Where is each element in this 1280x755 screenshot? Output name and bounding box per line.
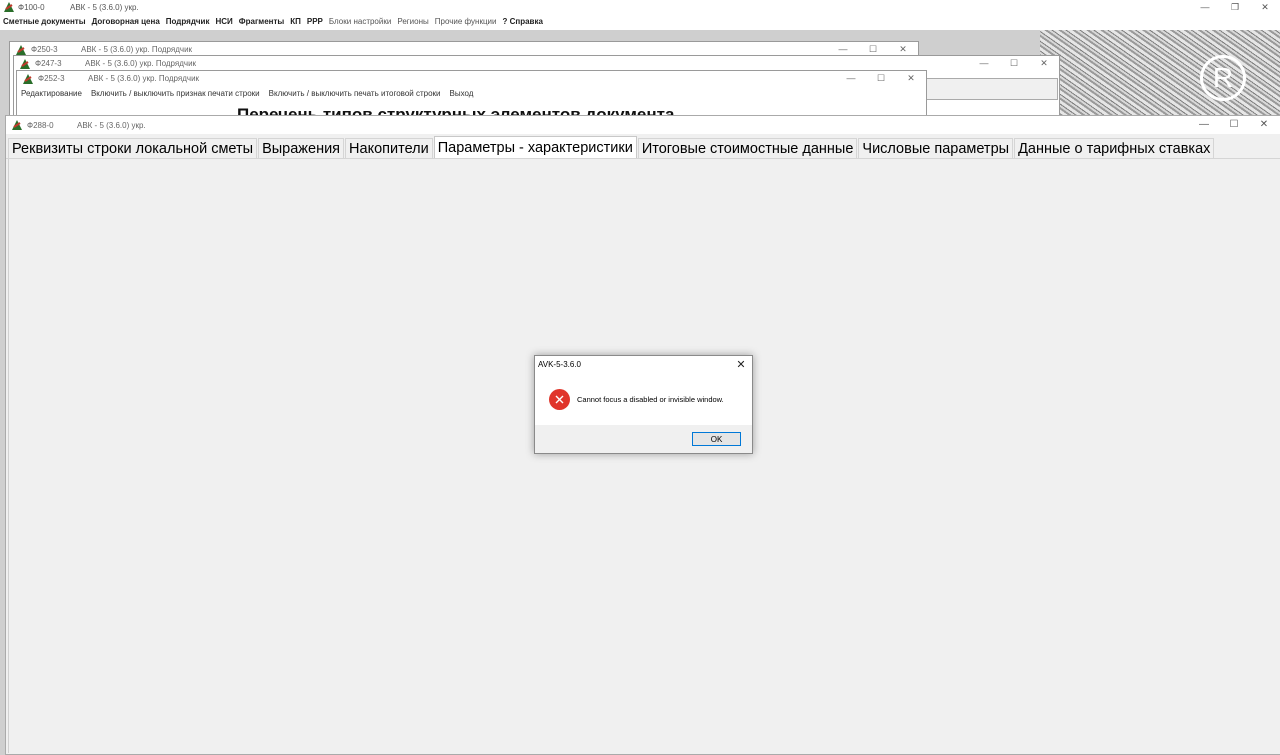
registered-logo: R bbox=[1200, 55, 1246, 101]
window-f252-menu: Редактирование Включить / выключить приз… bbox=[17, 86, 926, 101]
close-icon[interactable]: ✕ bbox=[1250, 0, 1280, 14]
main-menu-bar: Сметные документы Договорная цена Подряд… bbox=[0, 14, 1280, 29]
close-icon[interactable]: ✕ bbox=[1029, 56, 1059, 71]
menu-item-spravka[interactable]: ? Справка bbox=[502, 17, 542, 26]
window-code: Ф247-3 bbox=[35, 59, 62, 68]
dialog-title: AVK-5-3.6.0 bbox=[538, 360, 581, 369]
menu-item-toggle-print-row[interactable]: Включить / выключить признак печати стро… bbox=[91, 89, 260, 98]
tab-chislovye-parametry[interactable]: Числовые параметры bbox=[858, 138, 1014, 158]
menu-item-vyhod[interactable]: Выход bbox=[450, 89, 474, 98]
tab-strip: Реквизиты строки локальной сметы Выражен… bbox=[6, 136, 1215, 158]
tab-content-area bbox=[8, 159, 1280, 753]
window-f247-titlebar[interactable]: Ф247-3 АВК - 5 (3.6.0) укр. Подрядчик — ☐… bbox=[14, 56, 1059, 71]
menu-item-redaktirovanie[interactable]: Редактирование bbox=[21, 89, 82, 98]
minimize-icon[interactable]: — bbox=[1190, 0, 1220, 14]
window-code: Ф288-0 bbox=[27, 120, 54, 130]
minimize-icon[interactable]: — bbox=[969, 56, 999, 71]
tab-rekvizity[interactable]: Реквизиты строки локальной сметы bbox=[8, 138, 258, 158]
menu-item-dogovornaya-cena[interactable]: Договорная цена bbox=[92, 17, 160, 26]
tab-parametry-harakteristiki[interactable]: Параметры - характеристики bbox=[433, 136, 637, 158]
tab-vyrazheniya[interactable]: Выражения bbox=[258, 138, 345, 158]
tab-tarifnye-stavki[interactable]: Данные о тарифных ставках bbox=[1014, 138, 1215, 158]
menu-item-podryadchik[interactable]: Подрядчик bbox=[166, 17, 210, 26]
menu-item-toggle-print-total[interactable]: Включить / выключить печать итоговой стр… bbox=[269, 89, 441, 98]
window-f288-titlebar[interactable]: Ф288-0 АВК - 5 (3.6.0) укр. — ☐ ✕ bbox=[6, 116, 1280, 134]
app-logo-icon bbox=[19, 58, 31, 70]
window-f252-titlebar[interactable]: Ф252-3 АВК - 5 (3.6.0) укр. Подрядчик — ☐… bbox=[17, 71, 926, 86]
main-title-bar: Ф100-0 АВК - 5 (3.6.0) укр. — ❐ ✕ bbox=[0, 0, 1280, 14]
main-window-app-name: АВК - 5 (3.6.0) укр. bbox=[70, 2, 139, 12]
ok-button[interactable]: OK bbox=[692, 432, 741, 446]
close-icon[interactable]: ✕ bbox=[734, 357, 748, 371]
dialog-message: Cannot focus a disabled or invisible win… bbox=[577, 394, 724, 404]
main-window-code: Ф100-0 bbox=[18, 2, 45, 12]
window-app-name: АВК - 5 (3.6.0) укр. Подрядчик bbox=[85, 59, 197, 68]
error-dialog[interactable]: AVK-5-3.6.0 ✕ Cannot focus a disabled or… bbox=[534, 355, 753, 454]
window-app-name: АВК - 5 (3.6.0) укр. Подрядчик bbox=[81, 45, 193, 54]
window-app-name: АВК - 5 (3.6.0) укр. bbox=[77, 120, 146, 130]
menu-item-regiony[interactable]: Регионы bbox=[397, 17, 428, 26]
dialog-body: Cannot focus a disabled or invisible win… bbox=[535, 373, 752, 425]
minimize-icon[interactable]: — bbox=[1189, 116, 1219, 134]
error-icon bbox=[549, 388, 570, 410]
dialog-titlebar: AVK-5-3.6.0 ✕ bbox=[535, 356, 752, 373]
close-icon[interactable]: ✕ bbox=[1249, 116, 1279, 134]
menu-item-smetnye-dokumenty[interactable]: Сметные документы bbox=[3, 17, 86, 26]
window-f252[interactable]: Ф252-3 АВК - 5 (3.6.0) укр. Подрядчик — ☐… bbox=[16, 70, 927, 120]
menu-item-bloki-nastroyki[interactable]: Блоки настройки bbox=[329, 17, 391, 26]
minimize-icon[interactable]: — bbox=[836, 71, 866, 86]
window-code: Ф252-3 bbox=[38, 74, 65, 83]
menu-item-fragmenty[interactable]: Фрагменты bbox=[239, 17, 284, 26]
maximize-icon[interactable]: ☐ bbox=[866, 71, 896, 86]
menu-item-rrr[interactable]: РРР bbox=[307, 17, 323, 26]
app-logo-icon bbox=[11, 119, 23, 131]
dialog-footer: OK bbox=[535, 425, 752, 453]
document-title: Перечень типов структурных элементов док… bbox=[237, 105, 675, 115]
app-logo-icon bbox=[15, 44, 27, 56]
app-logo-icon bbox=[3, 1, 15, 13]
window-code: Ф250-3 bbox=[31, 45, 58, 54]
menu-item-prochie-funkcii[interactable]: Прочие функции bbox=[435, 17, 497, 26]
tab-itogovye-dannye[interactable]: Итоговые стоимостные данные bbox=[637, 138, 858, 158]
menu-item-nsi[interactable]: НСИ bbox=[215, 17, 232, 26]
menu-item-kp[interactable]: КП bbox=[290, 17, 301, 26]
maximize-icon[interactable]: ☐ bbox=[999, 56, 1029, 71]
restore-icon[interactable]: ❐ bbox=[1220, 0, 1250, 14]
maximize-icon[interactable]: ☐ bbox=[1219, 116, 1249, 134]
close-icon[interactable]: ✕ bbox=[896, 71, 926, 86]
app-logo-icon bbox=[22, 73, 34, 85]
tab-nakopiteli[interactable]: Накопители bbox=[345, 138, 433, 158]
window-app-name: АВК - 5 (3.6.0) укр. Подрядчик bbox=[88, 74, 200, 83]
